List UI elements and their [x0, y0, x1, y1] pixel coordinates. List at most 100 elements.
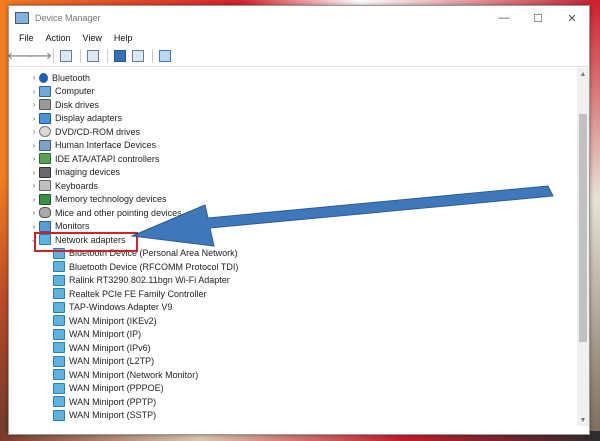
tree-category-monitors[interactable]: › Monitors — [29, 220, 90, 233]
tree-category-label: Human Interface Devices — [55, 140, 157, 150]
toolbar-separator — [80, 49, 81, 63]
chevron-right-icon[interactable]: › — [29, 114, 39, 123]
network-adapter-item[interactable]: WAN Miniport (IPv6) — [53, 341, 151, 354]
computer-icon — [39, 85, 51, 97]
camera-icon — [39, 166, 51, 178]
vertical-scrollbar[interactable]: ▲ ▼ — [577, 68, 589, 426]
network-adapter-icon — [53, 288, 65, 299]
maximize-button[interactable]: ☐ — [521, 7, 555, 29]
chevron-right-icon[interactable]: › — [29, 208, 39, 217]
network-adapter-icon — [53, 328, 65, 340]
scroll-up-icon[interactable]: ▲ — [577, 68, 589, 80]
network-adapter-label: WAN Miniport (IPv6) — [69, 342, 151, 353]
network-adapter-icon — [53, 382, 65, 394]
forward-arrow-icon[interactable]: 🡒 — [25, 49, 52, 64]
menu-file[interactable]: File — [13, 33, 40, 43]
tree-category-human-interface-devices[interactable]: › Human Interface Devices — [29, 139, 156, 152]
network-adapters-highlight — [34, 232, 138, 252]
tree-category-label: Display adapters — [55, 113, 123, 123]
title-bar[interactable]: Device Manager — ☐ ✕ — [9, 6, 589, 30]
minimize-button[interactable]: — — [487, 7, 521, 29]
scrollbar-thumb[interactable] — [579, 114, 587, 342]
network-adapter-label: WAN Miniport (L2TP) — [69, 356, 155, 366]
tree-category-imaging-devices[interactable]: › Imaging devices — [29, 166, 120, 179]
chevron-right-icon[interactable]: › — [29, 87, 39, 96]
network-adapter-item[interactable]: Realtek PCIe FE Family Controller — [53, 287, 207, 300]
network-adapter-label: Ralink RT3290 802.11bgn Wi-Fi Adapter — [69, 275, 230, 285]
action-pane-icon[interactable] — [130, 49, 145, 64]
network-adapter-label: WAN Miniport (IP) — [69, 329, 142, 339]
chevron-right-icon[interactable]: › — [29, 181, 39, 190]
chevron-right-icon[interactable]: › — [29, 154, 39, 163]
network-adapter-item[interactable]: WAN Miniport (PPPOE) — [53, 382, 164, 395]
network-adapter-item[interactable]: Bluetooth Device (RFCOMM Protocol TDI) — [53, 260, 238, 273]
tree-category-ide-ata-atapi-controllers[interactable]: › IDE ATA/ATAPI controllers — [29, 152, 159, 165]
chevron-right-icon[interactable]: › — [29, 168, 39, 177]
toolbar: 🡐 🡒 — [7, 46, 589, 67]
chevron-right-icon[interactable]: › — [29, 73, 39, 82]
network-adapter-icon — [53, 261, 65, 272]
network-adapter-item[interactable]: TAP-Windows Adapter V9 — [53, 301, 172, 314]
network-adapter-label: TAP-Windows Adapter V9 — [69, 302, 173, 312]
menu-action[interactable]: Action — [40, 33, 77, 43]
tree-category-disk-drives[interactable]: › Disk drives — [29, 98, 99, 111]
tree-category-label: Memory technology devices — [55, 194, 167, 204]
tree-category-display-adapters[interactable]: › Display adapters — [29, 112, 122, 125]
tree-category-bluetooth[interactable]: › Bluetooth — [29, 71, 90, 84]
scroll-down-icon[interactable]: ▼ — [577, 414, 589, 426]
device-manager-window: Device Manager — ☐ ✕ File Action View He… — [7, 5, 590, 435]
toolbar-separator — [53, 49, 54, 63]
tree-category-label: DVD/CD-ROM drives — [55, 126, 141, 137]
toolbar-separator — [107, 49, 108, 63]
mouse-icon — [39, 207, 51, 218]
tree-category-label: Keyboards — [55, 180, 99, 191]
tree-category-computer[interactable]: › Computer — [29, 85, 95, 98]
network-adapter-label: Bluetooth Device (RFCOMM Protocol TDI) — [69, 261, 239, 272]
disk-drive-icon — [39, 99, 51, 110]
network-adapter-item[interactable]: WAN Miniport (IP) — [53, 328, 141, 341]
chevron-right-icon[interactable]: › — [29, 100, 39, 109]
keyboard-icon — [39, 180, 51, 191]
monitor-icon — [39, 220, 51, 232]
tree-category-label: Disk drives — [55, 99, 100, 110]
display-adapter-icon — [39, 112, 51, 124]
network-adapter-icon — [53, 409, 65, 421]
tree-category-label: Monitors — [55, 221, 90, 231]
tree-category-label: Imaging devices — [55, 167, 121, 177]
window-controls: — ☐ ✕ — [487, 7, 589, 29]
network-adapter-icon — [53, 396, 65, 407]
tree-category-keyboards[interactable]: › Keyboards — [29, 179, 98, 192]
chevron-right-icon[interactable]: › — [29, 127, 39, 136]
network-adapter-icon — [53, 301, 65, 313]
memory-icon — [39, 193, 51, 205]
tree-category-label: Computer — [55, 86, 95, 96]
show-hide-console-tree-icon[interactable] — [58, 49, 73, 64]
tree-category-label: IDE ATA/ATAPI controllers — [55, 153, 160, 164]
menu-help[interactable]: Help — [108, 33, 139, 43]
network-adapter-icon — [53, 315, 65, 326]
chevron-right-icon[interactable]: › — [29, 222, 39, 231]
network-adapter-item[interactable]: WAN Miniport (PPTP) — [53, 395, 156, 408]
tree-category-memory-technology-devices[interactable]: › Memory technology devices — [29, 193, 167, 206]
network-adapter-item[interactable]: Ralink RT3290 802.11bgn Wi-Fi Adapter — [53, 274, 230, 287]
chevron-right-icon[interactable]: › — [29, 195, 39, 204]
network-adapter-item[interactable]: WAN Miniport (IKEv2) — [53, 314, 157, 327]
chevron-right-icon[interactable]: › — [29, 141, 39, 150]
network-adapter-label: WAN Miniport (SSTP) — [69, 410, 157, 420]
scan-hardware-icon[interactable] — [157, 49, 172, 64]
close-button[interactable]: ✕ — [555, 7, 589, 29]
network-adapter-item[interactable]: WAN Miniport (Network Monitor) — [53, 368, 198, 381]
hid-icon — [39, 139, 51, 151]
network-adapter-item[interactable]: WAN Miniport (L2TP) — [53, 355, 154, 368]
dvd-icon — [39, 126, 51, 137]
tree-category-dvd-cd-rom-drives[interactable]: › DVD/CD-ROM drives — [29, 125, 140, 138]
toolbar-separator — [152, 49, 153, 63]
device-manager-icon — [15, 12, 29, 24]
tree-category-mice-and-other-pointing-devices[interactable]: › Mice and other pointing devices — [29, 206, 182, 219]
menu-view[interactable]: View — [77, 33, 108, 43]
network-adapter-item[interactable]: WAN Miniport (SSTP) — [53, 409, 156, 422]
properties-icon[interactable] — [85, 49, 100, 64]
help-icon[interactable] — [112, 49, 127, 64]
network-adapter-icon — [53, 369, 65, 380]
network-adapter-icon — [53, 342, 65, 353]
